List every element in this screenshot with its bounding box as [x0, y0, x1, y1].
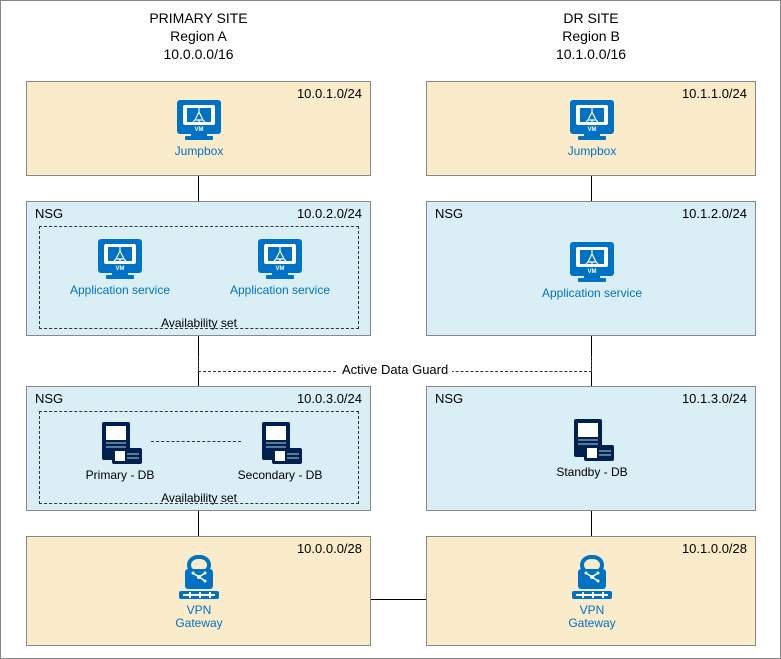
primary-app-subnet: NSG 10.0.2.0/24 Application service Appl… [26, 201, 371, 336]
primary-db2: Secondary - DB [220, 420, 340, 482]
dr-vpn-gateway: VPN Gateway [532, 555, 652, 631]
primary-app-cidr: 10.0.2.0/24 [297, 206, 362, 221]
primary-vpn-label1: VPN [187, 603, 212, 617]
dr-vpn-subnet: 10.1.0.0/28 VPN Gateway [426, 536, 756, 646]
primary-app-vm2-label: Application service [230, 283, 330, 297]
dr-vpn-label2: Gateway [568, 616, 615, 630]
dr-app-vm: Application service [532, 240, 652, 300]
connector [591, 176, 592, 201]
dashed-link [151, 441, 241, 442]
dr-db-subnet: NSG 10.1.3.0/24 Standby - DB [426, 386, 756, 511]
primary-db2-label: Secondary - DB [238, 468, 323, 482]
primary-db-nsg: NSG [35, 391, 63, 406]
dr-jumpbox-vm: Jumpbox [532, 98, 652, 158]
primary-db-avset-label: Availability set [161, 491, 237, 505]
dr-vpn-label1: VPN [580, 603, 605, 617]
primary-vpn-subnet: 10.0.0.0/28 VPN Gateway [26, 536, 371, 646]
dr-db-label: Standby - DB [556, 465, 627, 479]
db-icon [96, 420, 144, 466]
dr-app-label: Application service [542, 286, 642, 300]
dr-jumpbox-subnet: 10.1.1.0/24 Jumpbox [426, 81, 756, 176]
primary-db-avset: Primary - DB Secondary - DB Availability… [39, 411, 359, 504]
dr-db-cidr: 10.1.3.0/24 [682, 391, 747, 406]
diagram-canvas: PRIMARY SITE Region A 10.0.0.0/16 DR SIT… [0, 0, 781, 659]
dashed-link [198, 356, 199, 371]
connector [198, 176, 199, 201]
primary-app-vm1-label: Application service [70, 283, 170, 297]
primary-title: PRIMARY SITE [26, 9, 371, 27]
dashed-link [591, 356, 592, 371]
dr-title: DR SITE [426, 9, 756, 27]
vpn-icon [177, 555, 221, 601]
primary-db1-label: Primary - DB [86, 468, 155, 482]
dr-app-subnet: NSG 10.1.2.0/24 Application service [426, 201, 756, 336]
connector [198, 511, 199, 536]
dr-cidr: 10.1.0.0/16 [426, 45, 756, 63]
dr-site-header: DR SITE Region B 10.1.0.0/16 [426, 9, 756, 64]
primary-app-nsg: NSG [35, 206, 63, 221]
primary-jumpbox-label: Jumpbox [175, 144, 224, 158]
primary-app-vm1: Application service [60, 237, 180, 297]
dr-region: Region B [426, 27, 756, 45]
primary-vpn-label2: Gateway [175, 616, 222, 630]
dr-vpn-cidr: 10.1.0.0/28 [682, 541, 747, 556]
active-data-guard-label: Active Data Guard [338, 362, 452, 377]
dr-db-nsg: NSG [435, 391, 463, 406]
primary-db-cidr: 10.0.3.0/24 [297, 391, 362, 406]
vm-icon [175, 98, 223, 142]
connector [371, 599, 426, 600]
dr-jumpbox-label: Jumpbox [568, 144, 617, 158]
db-icon [568, 417, 616, 463]
primary-vpn-cidr: 10.0.0.0/28 [297, 541, 362, 556]
primary-db1: Primary - DB [60, 420, 180, 482]
dr-db: Standby - DB [532, 417, 652, 479]
primary-jumpbox-vm: Jumpbox [139, 98, 259, 158]
db-icon [256, 420, 304, 466]
primary-jumpbox-cidr: 10.0.1.0/24 [297, 86, 362, 101]
primary-app-avset: Application service Application service … [39, 226, 359, 329]
dr-jumpbox-cidr: 10.1.1.0/24 [682, 86, 747, 101]
primary-jumpbox-subnet: 10.0.1.0/24 Jumpbox [26, 81, 371, 176]
primary-vpn-gateway: VPN Gateway [139, 555, 259, 631]
vm-icon [96, 237, 144, 281]
primary-site-header: PRIMARY SITE Region A 10.0.0.0/16 [26, 9, 371, 64]
primary-app-avset-label: Availability set [161, 316, 237, 330]
primary-region: Region A [26, 27, 371, 45]
connector [591, 511, 592, 536]
vm-icon [568, 240, 616, 284]
dr-app-cidr: 10.1.2.0/24 [682, 206, 747, 221]
primary-app-vm2: Application service [220, 237, 340, 297]
vm-icon [256, 237, 304, 281]
primary-cidr: 10.0.0.0/16 [26, 45, 371, 63]
vm-icon [568, 98, 616, 142]
vpn-icon [570, 555, 614, 601]
primary-db-subnet: NSG 10.0.3.0/24 Primary - DB Secondary -… [26, 386, 371, 511]
dr-app-nsg: NSG [435, 206, 463, 221]
